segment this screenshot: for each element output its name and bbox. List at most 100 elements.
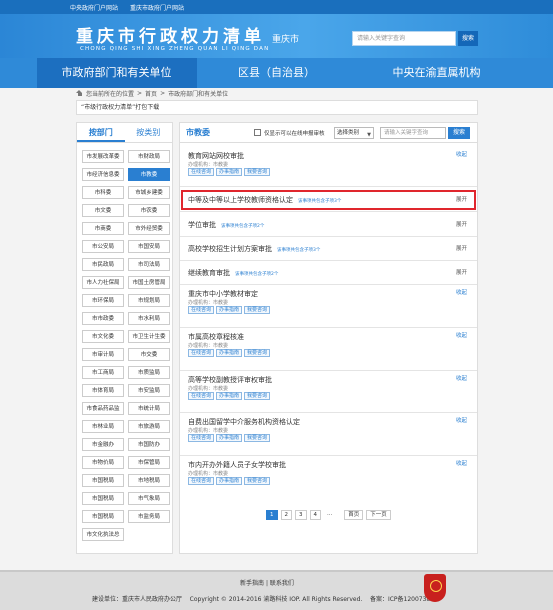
- department-button[interactable]: 市保管局: [128, 456, 170, 469]
- department-button[interactable]: 市司法局: [128, 258, 170, 271]
- gov-emblem-icon[interactable]: [424, 574, 446, 602]
- department-button[interactable]: 市城乡建委: [128, 186, 170, 199]
- nav-central-agencies[interactable]: 中央在渝直属机构: [357, 58, 517, 88]
- tab-by-department[interactable]: 按部门: [77, 123, 125, 142]
- item-toggle[interactable]: 展开: [456, 220, 467, 228]
- department-button[interactable]: 市交委: [128, 348, 170, 361]
- department-button[interactable]: 市地税局: [128, 474, 170, 487]
- department-button[interactable]: 市体育局: [82, 384, 124, 397]
- item-toggle[interactable]: 收起: [456, 416, 467, 424]
- item-title-link[interactable]: 自费出国留学中介服务机构资格认定: [188, 417, 300, 427]
- item-title-link[interactable]: 重庆市中小学教材审定: [188, 289, 258, 299]
- online-only-checkbox[interactable]: [254, 129, 261, 136]
- subitem-count[interactable]: 该事项共包含子项3个: [277, 248, 320, 253]
- online-consult-button[interactable]: 在线咨询: [188, 477, 215, 485]
- department-button[interactable]: 市公安局: [82, 240, 124, 253]
- item-toggle[interactable]: 收起: [456, 150, 467, 158]
- item-toggle[interactable]: 收起: [456, 459, 467, 467]
- department-button[interactable]: 市统计局: [128, 402, 170, 415]
- item-title-link[interactable]: 市属高校章程核准: [188, 332, 244, 342]
- inquire-button[interactable]: 我要咨询: [244, 306, 271, 314]
- item-toggle[interactable]: 展开: [456, 244, 467, 252]
- guide-button[interactable]: 办事指南: [216, 434, 243, 442]
- item-title-link[interactable]: 学位审批 该事项共包含子项2个: [188, 220, 264, 230]
- category-select[interactable]: 选择类别 ▼: [334, 127, 374, 139]
- department-button[interactable]: 市水利局: [128, 312, 170, 325]
- item-title-link[interactable]: 高等学校副教授评审权审批: [188, 375, 272, 385]
- department-button[interactable]: 市市政委: [82, 312, 124, 325]
- department-button[interactable]: 市财政局: [128, 150, 170, 163]
- online-consult-button[interactable]: 在线咨询: [188, 434, 215, 442]
- download-all-link[interactable]: “市级行政权力清单”打包下载: [76, 100, 478, 115]
- first-page-button[interactable]: 首页: [344, 510, 364, 520]
- department-button[interactable]: 市国安局: [128, 240, 170, 253]
- guide-button[interactable]: 办事指南: [216, 349, 243, 357]
- breadcrumb-home[interactable]: 首页: [145, 89, 157, 98]
- central-gov-link[interactable]: 中央政府门户网站: [70, 3, 118, 12]
- department-button[interactable]: 市人力社保局: [82, 276, 124, 289]
- department-button[interactable]: 市物价局: [82, 456, 124, 469]
- item-title-link[interactable]: 市内开办外籍人员子女学校审批: [188, 460, 286, 470]
- subitem-count[interactable]: 该事项共包含子项2个: [235, 272, 278, 277]
- department-button[interactable]: 市监务局: [128, 510, 170, 523]
- list-search-button[interactable]: 搜索: [448, 127, 470, 139]
- department-button[interactable]: 市国防办: [128, 438, 170, 451]
- page-number[interactable]: 4: [309, 510, 321, 520]
- page-number[interactable]: 1: [266, 510, 278, 520]
- site-logo-title[interactable]: 重庆市行政权力清单: [76, 22, 265, 47]
- department-button[interactable]: 市国税局: [82, 492, 124, 505]
- page-number[interactable]: 2: [280, 510, 292, 520]
- department-button[interactable]: 市气象局: [128, 492, 170, 505]
- department-button[interactable]: 市国税局: [82, 510, 124, 523]
- department-button[interactable]: 市国税局: [82, 474, 124, 487]
- department-button[interactable]: 市规划局: [128, 294, 170, 307]
- department-button[interactable]: 市安监局: [128, 384, 170, 397]
- department-button[interactable]: 市文委: [82, 204, 124, 217]
- online-consult-button[interactable]: 在线咨询: [188, 392, 215, 400]
- department-button[interactable]: 市经济信息委: [82, 168, 124, 181]
- online-consult-button[interactable]: 在线咨询: [188, 349, 215, 357]
- department-button[interactable]: 市金融办: [82, 438, 124, 451]
- department-button[interactable]: 市科委: [82, 186, 124, 199]
- department-button[interactable]: 市文化执法总: [82, 528, 124, 541]
- tab-by-category[interactable]: 按类别: [125, 123, 173, 142]
- department-button[interactable]: 市林业局: [82, 420, 124, 433]
- online-consult-button[interactable]: 在线咨询: [188, 168, 215, 176]
- inquire-button[interactable]: 我要咨询: [244, 392, 271, 400]
- header-search-button[interactable]: 搜索: [458, 31, 478, 46]
- item-toggle[interactable]: 收起: [456, 374, 467, 382]
- nav-city-departments[interactable]: 市政府部门和有关单位: [36, 58, 197, 88]
- cq-gov-link[interactable]: 重庆市政府门户网站: [130, 3, 184, 12]
- department-button[interactable]: 市旅游局: [128, 420, 170, 433]
- department-button[interactable]: 市卫生计生委: [128, 330, 170, 343]
- next-page-button[interactable]: 下一页: [366, 510, 391, 520]
- inquire-button[interactable]: 我要咨询: [244, 168, 271, 176]
- list-search-input[interactable]: 请输入关键字查询: [380, 127, 446, 139]
- department-button[interactable]: 市工商局: [82, 366, 124, 379]
- item-title-link[interactable]: 继续教育审批 该事项共包含子项2个: [188, 268, 278, 278]
- guide-button[interactable]: 办事指南: [216, 306, 243, 314]
- item-toggle[interactable]: 展开: [456, 268, 467, 276]
- department-button[interactable]: 市质监局: [128, 366, 170, 379]
- subitem-count[interactable]: 该事项共包含子项2个: [221, 224, 264, 229]
- item-title-link[interactable]: 高校学校招生计划方案审批 该事项共包含子项3个: [188, 244, 320, 254]
- item-title-link[interactable]: 教育网站网校审批: [188, 151, 244, 161]
- footer-guide-link[interactable]: 新手指南: [240, 580, 264, 587]
- department-button[interactable]: 市教委: [128, 168, 170, 181]
- guide-button[interactable]: 办事指南: [216, 477, 243, 485]
- nav-districts[interactable]: 区县（自治县）: [197, 58, 357, 88]
- department-button[interactable]: 市文化委: [82, 330, 124, 343]
- department-button[interactable]: 市商委: [82, 222, 124, 235]
- item-toggle[interactable]: 收起: [456, 331, 467, 339]
- inquire-button[interactable]: 我要咨询: [244, 477, 271, 485]
- online-consult-button[interactable]: 在线咨询: [188, 306, 215, 314]
- guide-button[interactable]: 办事指南: [216, 168, 243, 176]
- page-number[interactable]: 3: [295, 510, 307, 520]
- department-button[interactable]: 市审计局: [82, 348, 124, 361]
- inquire-button[interactable]: 我要咨询: [244, 349, 271, 357]
- item-toggle[interactable]: 收起: [456, 288, 467, 296]
- department-button[interactable]: 市民政局: [82, 258, 124, 271]
- department-button[interactable]: 市外经贸委: [128, 222, 170, 235]
- breadcrumb-current[interactable]: 市政府部门和有关单位: [168, 89, 228, 98]
- department-button[interactable]: 市发展改革委: [82, 150, 124, 163]
